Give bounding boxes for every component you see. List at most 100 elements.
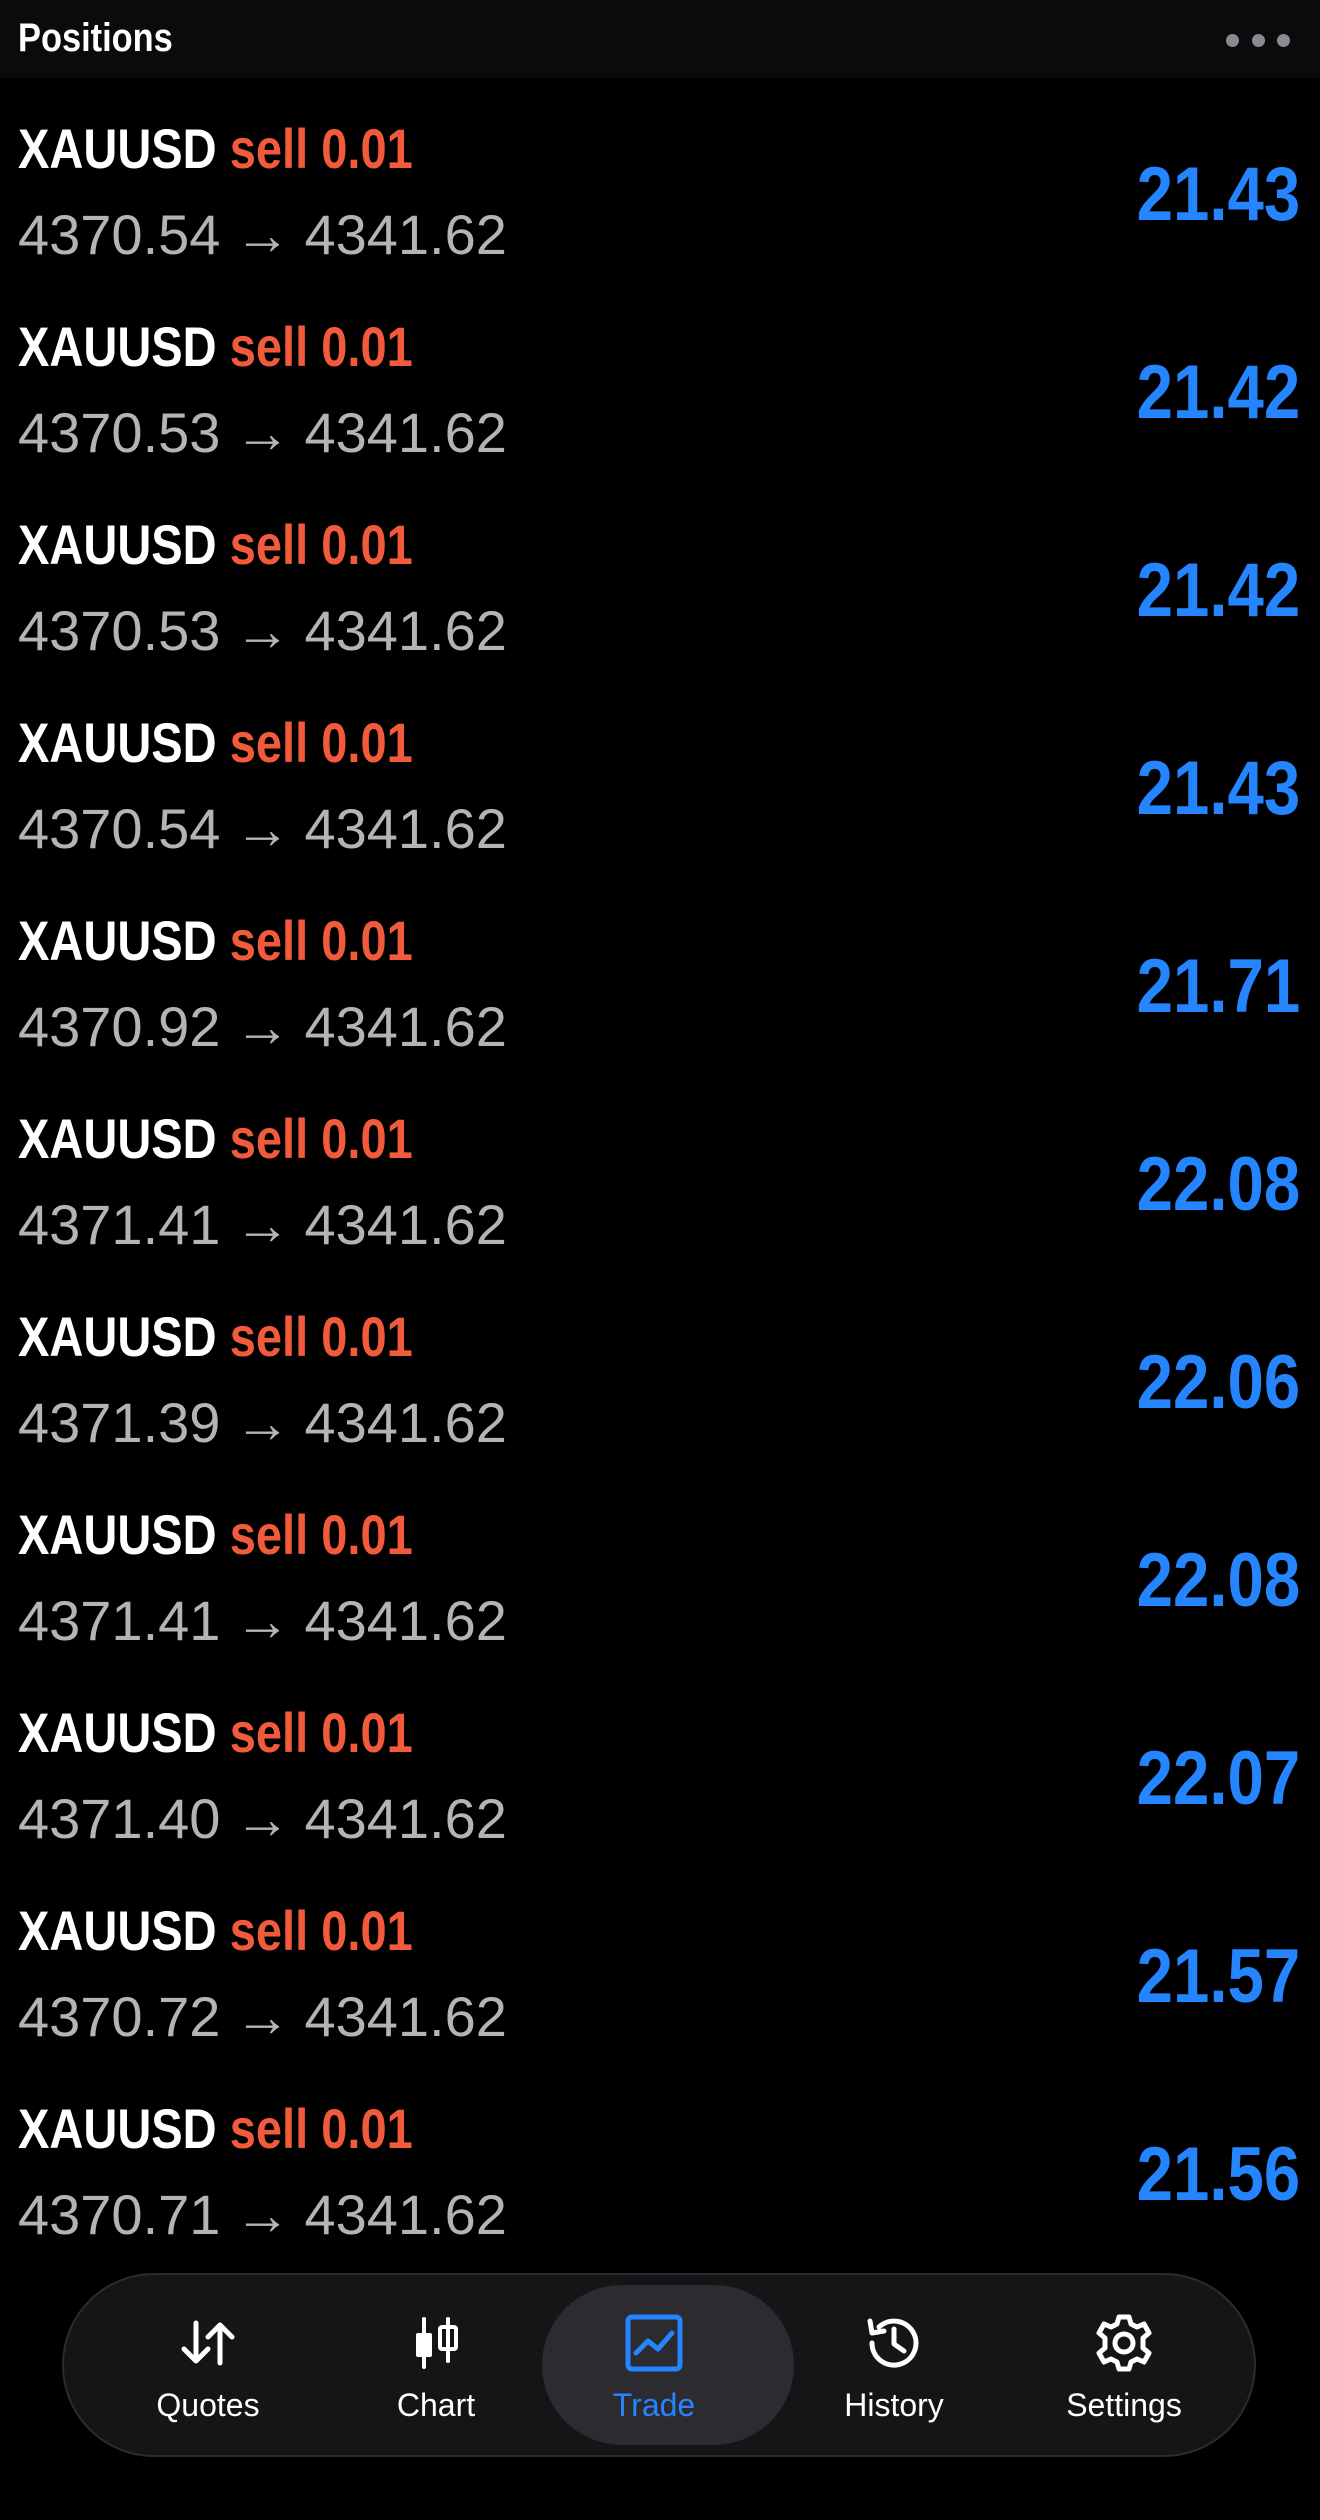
more-options-button[interactable] xyxy=(1226,22,1290,58)
position-side: sell xyxy=(229,1503,309,1566)
position-row[interactable]: XAUUSD sell 0.01 4370.53 → 4341.62 21.42 xyxy=(0,496,1320,694)
position-symbol: XAUUSD xyxy=(18,117,217,180)
position-symbol: XAUUSD xyxy=(18,1305,217,1368)
position-row[interactable]: XAUUSD sell 0.01 4370.54 → 4341.62 21.43 xyxy=(0,100,1320,298)
open-price: 4371.41 xyxy=(18,1193,221,1256)
sort-arrows-icon xyxy=(181,2320,235,2366)
position-volume: 0.01 xyxy=(321,1107,413,1170)
position-side: sell xyxy=(229,117,309,180)
tab-history[interactable]: History xyxy=(776,2275,1012,2455)
position-summary: XAUUSD sell 0.01 xyxy=(18,312,413,382)
position-side: sell xyxy=(229,1107,309,1170)
position-row[interactable]: XAUUSD sell 0.01 4370.53 → 4341.62 21.42 xyxy=(0,298,1320,496)
position-symbol: XAUUSD xyxy=(18,711,217,774)
position-volume: 0.01 xyxy=(321,1701,413,1764)
positions-list: XAUUSD sell 0.01 4370.54 → 4341.62 21.43 X… xyxy=(0,100,1320,2278)
position-row[interactable]: XAUUSD sell 0.01 4371.41 → 4341.62 22.08 xyxy=(0,1486,1320,1684)
position-prices: 4370.71 → 4341.62 xyxy=(18,2180,507,2250)
position-symbol: XAUUSD xyxy=(18,1899,217,1962)
position-side: sell xyxy=(229,2097,309,2160)
open-price: 4370.53 xyxy=(18,401,221,464)
open-price: 4370.54 xyxy=(18,797,221,860)
position-summary: XAUUSD sell 0.01 xyxy=(18,906,413,976)
current-price: 4341.62 xyxy=(304,1589,507,1652)
page-title: Positions xyxy=(18,16,173,60)
tab-label: History xyxy=(844,2387,944,2423)
position-profit: 21.57 xyxy=(1136,1934,1300,2019)
current-price: 4341.62 xyxy=(304,599,507,662)
position-row[interactable]: XAUUSD sell 0.01 4371.41 → 4341.62 22.08 xyxy=(0,1090,1320,1288)
tab-chart[interactable]: Chart xyxy=(318,2275,554,2455)
position-side: sell xyxy=(229,513,309,576)
position-prices: 4371.41 → 4341.62 xyxy=(18,1586,507,1656)
tab-trade[interactable]: Trade xyxy=(536,2275,794,2455)
arrow-right-icon: → xyxy=(234,1787,291,1850)
position-profit: 21.42 xyxy=(1136,350,1300,435)
more-dot xyxy=(1277,33,1290,47)
position-volume: 0.01 xyxy=(321,513,413,576)
current-price: 4341.62 xyxy=(304,401,507,464)
position-profit: 21.43 xyxy=(1136,152,1300,237)
current-price: 4341.62 xyxy=(304,995,507,1058)
arrow-right-icon: → xyxy=(234,797,291,860)
position-symbol: XAUUSD xyxy=(18,315,217,378)
position-summary: XAUUSD sell 0.01 xyxy=(18,1500,413,1570)
position-summary: XAUUSD sell 0.01 xyxy=(18,1302,413,1372)
gear-icon xyxy=(1096,2314,1152,2372)
arrow-right-icon: → xyxy=(234,599,291,662)
position-summary: XAUUSD sell 0.01 xyxy=(18,510,413,580)
top-bar: Positions xyxy=(0,0,1320,78)
current-price: 4341.62 xyxy=(304,2183,507,2246)
position-profit: 22.08 xyxy=(1136,1538,1300,1623)
position-volume: 0.01 xyxy=(321,1503,413,1566)
position-volume: 0.01 xyxy=(321,711,413,774)
current-price: 4341.62 xyxy=(304,1391,507,1454)
position-symbol: XAUUSD xyxy=(18,2097,217,2160)
tab-quotes[interactable]: Quotes xyxy=(90,2275,326,2455)
tab-label: Trade xyxy=(612,2387,696,2423)
position-prices: 4370.53 → 4341.62 xyxy=(18,596,507,666)
position-summary: XAUUSD sell 0.01 xyxy=(18,1896,413,1966)
position-profit: 22.08 xyxy=(1136,1142,1300,1227)
position-row[interactable]: XAUUSD sell 0.01 4370.71 → 4341.62 21.56 xyxy=(0,2080,1320,2278)
position-prices: 4370.54 → 4341.62 xyxy=(18,200,507,270)
position-symbol: XAUUSD xyxy=(18,1503,217,1566)
position-profit: 21.56 xyxy=(1136,2132,1300,2217)
position-row[interactable]: XAUUSD sell 0.01 4371.39 → 4341.62 22.06 xyxy=(0,1288,1320,1486)
tab-settings[interactable]: Settings xyxy=(1006,2275,1242,2455)
position-summary: XAUUSD sell 0.01 xyxy=(18,114,413,184)
position-prices: 4371.39 → 4341.62 xyxy=(18,1388,507,1458)
arrow-right-icon: → xyxy=(234,401,291,464)
open-price: 4371.39 xyxy=(18,1391,221,1454)
position-side: sell xyxy=(229,909,309,972)
arrow-right-icon: → xyxy=(234,1391,291,1454)
open-price: 4370.72 xyxy=(18,1985,221,2048)
position-profit: 21.43 xyxy=(1136,746,1300,831)
current-price: 4341.62 xyxy=(304,1985,507,2048)
position-row[interactable]: XAUUSD sell 0.01 4371.40 → 4341.62 22.07 xyxy=(0,1684,1320,1882)
arrow-right-icon: → xyxy=(234,1589,291,1652)
more-dot xyxy=(1251,33,1265,47)
open-price: 4370.53 xyxy=(18,599,221,662)
position-profit: 22.07 xyxy=(1136,1736,1300,1821)
current-price: 4341.62 xyxy=(304,797,507,860)
current-price: 4341.62 xyxy=(304,203,507,266)
position-volume: 0.01 xyxy=(321,1899,413,1962)
tab-label: Chart xyxy=(396,2387,476,2423)
position-row[interactable]: XAUUSD sell 0.01 4370.54 → 4341.62 21.43 xyxy=(0,694,1320,892)
position-volume: 0.01 xyxy=(321,1305,413,1368)
position-prices: 4371.41 → 4341.62 xyxy=(18,1190,507,1260)
position-prices: 4370.53 → 4341.62 xyxy=(18,398,507,468)
arrow-right-icon: → xyxy=(234,995,291,1058)
position-profit: 22.06 xyxy=(1136,1340,1300,1425)
arrow-right-icon: → xyxy=(234,203,291,266)
arrow-right-icon: → xyxy=(234,1985,291,2048)
history-clock-icon xyxy=(867,2318,919,2368)
current-price: 4341.62 xyxy=(304,1193,507,1256)
position-symbol: XAUUSD xyxy=(18,1701,217,1764)
position-prices: 4371.40 → 4341.62 xyxy=(18,1784,507,1854)
position-side: sell xyxy=(229,1701,309,1764)
position-row[interactable]: XAUUSD sell 0.01 4370.72 → 4341.62 21.57 xyxy=(0,1882,1320,2080)
open-price: 4370.92 xyxy=(18,995,221,1058)
position-row[interactable]: XAUUSD sell 0.01 4370.92 → 4341.62 21.71 xyxy=(0,892,1320,1090)
